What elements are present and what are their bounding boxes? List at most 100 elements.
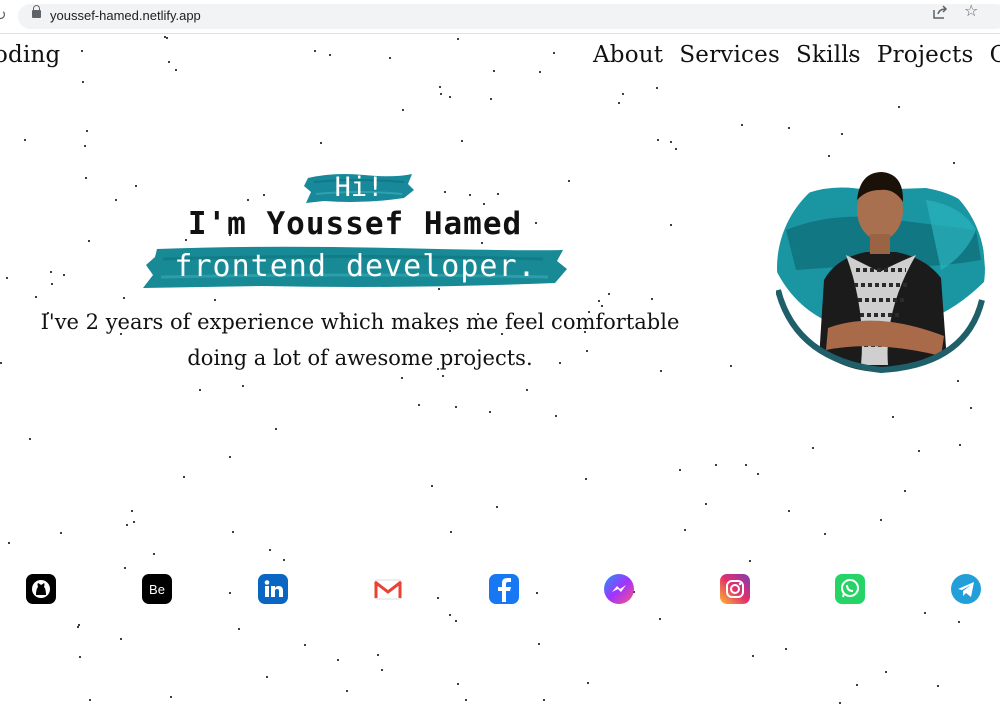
star-dot — [461, 140, 463, 142]
reload-icon[interactable]: ↻ — [0, 6, 7, 24]
star-dot — [497, 193, 499, 195]
star-dot — [440, 93, 442, 95]
star-dot — [60, 532, 62, 534]
star-dot — [749, 560, 751, 562]
star-dot — [389, 57, 391, 59]
star-dot — [85, 177, 87, 179]
star-dot — [337, 659, 339, 661]
star-icon[interactable]: ☆ — [964, 1, 978, 20]
greeting-badge: Hi! — [304, 170, 414, 206]
linkedin-icon[interactable] — [258, 574, 288, 604]
star-dot — [970, 407, 972, 409]
star-dot — [401, 377, 403, 379]
star-dot — [50, 271, 52, 273]
star-dot — [381, 669, 383, 671]
star-dot — [418, 404, 420, 406]
star-dot — [538, 643, 540, 645]
star-dot — [705, 503, 707, 505]
star-dot — [283, 559, 285, 561]
star-dot — [79, 656, 81, 658]
github-icon[interactable] — [26, 574, 56, 604]
star-dot — [536, 592, 538, 594]
star-dot — [457, 683, 459, 685]
share-icon[interactable] — [932, 4, 948, 24]
star-dot — [957, 380, 959, 382]
instagram-icon[interactable] — [720, 574, 750, 604]
star-dot — [89, 699, 91, 701]
star-dot — [679, 469, 681, 471]
star-dot — [0, 362, 2, 364]
star-dot — [133, 521, 135, 523]
star-dot — [659, 618, 661, 620]
star-dot — [449, 96, 451, 98]
star-dot — [263, 194, 265, 196]
gmail-icon[interactable] — [373, 574, 403, 604]
star-dot — [269, 549, 271, 551]
site-brand[interactable]: oding — [0, 42, 60, 68]
facebook-icon[interactable] — [489, 574, 519, 604]
star-dot — [741, 124, 743, 126]
nav-skills[interactable]: Skills — [796, 42, 861, 68]
star-dot — [77, 626, 79, 628]
messenger-icon[interactable] — [604, 574, 634, 604]
star-dot — [314, 50, 316, 52]
nav-about[interactable]: About — [593, 42, 663, 68]
behance-icon[interactable]: Be — [142, 574, 172, 604]
star-dot — [455, 406, 457, 408]
star-dot — [958, 621, 960, 623]
star-dot — [587, 682, 589, 684]
telegram-icon[interactable] — [951, 574, 981, 604]
star-dot — [543, 699, 545, 701]
tagline-line-1: I've 2 years of experience which makes m… — [40, 310, 680, 334]
nav-services[interactable]: Services — [679, 42, 780, 68]
star-dot — [329, 54, 331, 56]
star-dot — [455, 620, 457, 622]
star-dot — [439, 86, 441, 88]
star-dot — [670, 224, 672, 226]
star-dot — [526, 389, 528, 391]
star-dot — [788, 510, 790, 512]
star-dot — [539, 71, 541, 73]
star-dot — [715, 464, 717, 466]
star-dot — [135, 185, 137, 187]
star-dot — [465, 699, 467, 701]
star-dot — [657, 139, 659, 141]
star-dot — [856, 684, 858, 686]
star-dot — [745, 464, 747, 466]
star-dot — [82, 81, 84, 83]
star-dot — [457, 38, 459, 40]
star-dot — [126, 524, 128, 526]
star-dot — [402, 109, 404, 111]
star-dot — [489, 411, 491, 413]
star-dot — [275, 428, 277, 430]
star-dot — [81, 50, 83, 52]
hero-tagline: I've 2 years of experience which makes m… — [20, 304, 700, 376]
star-dot — [656, 87, 658, 89]
star-dot — [153, 553, 155, 555]
star-dot — [904, 490, 906, 492]
nav-contact[interactable]: Cont — [990, 42, 1000, 68]
role-badge: frontend developer. — [143, 245, 568, 290]
star-dot — [431, 485, 433, 487]
lock-icon[interactable] — [32, 5, 41, 18]
address-bar[interactable]: youssef-hamed.netlify.app — [18, 4, 1000, 29]
nav-projects[interactable]: Projects — [877, 42, 974, 68]
star-dot — [8, 542, 10, 544]
star-dot — [918, 450, 920, 452]
greeting-text: Hi! — [334, 172, 384, 203]
star-dot — [730, 365, 732, 367]
star-dot — [346, 690, 348, 692]
star-dot — [63, 274, 65, 276]
star-dot — [199, 389, 201, 391]
star-dot — [115, 199, 117, 201]
star-dot — [618, 102, 620, 104]
url-text[interactable]: youssef-hamed.netlify.app — [50, 8, 201, 23]
star-dot — [670, 141, 672, 143]
star-dot — [937, 685, 939, 687]
star-dot — [247, 199, 249, 201]
star-dot — [496, 506, 498, 508]
star-dot — [483, 203, 485, 205]
star-dot — [304, 644, 306, 646]
star-dot — [555, 415, 557, 417]
whatsapp-icon[interactable] — [835, 574, 865, 604]
